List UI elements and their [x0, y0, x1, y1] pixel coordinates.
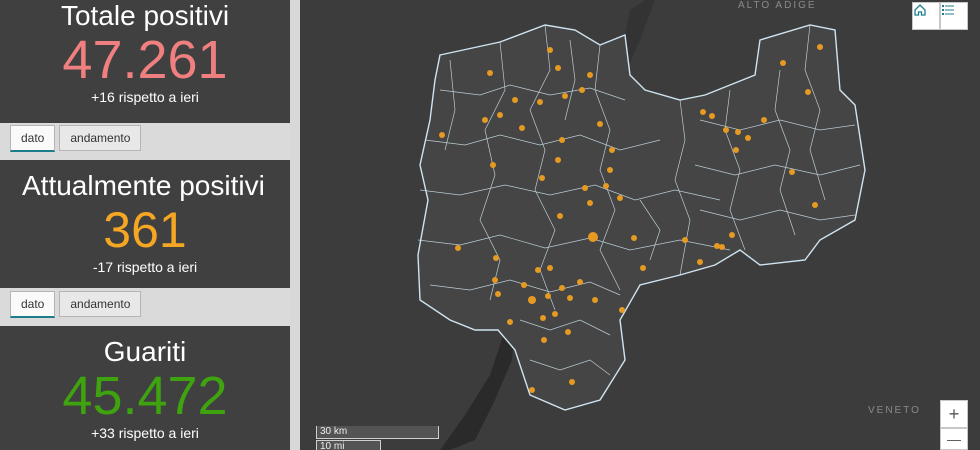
- map-marker: [495, 291, 501, 297]
- map-marker: [482, 117, 488, 123]
- map-marker: [729, 232, 735, 238]
- tab-dato[interactable]: dato: [10, 125, 56, 152]
- tab-andamento[interactable]: andamento: [59, 291, 142, 317]
- map-marker: [555, 65, 561, 71]
- map-marker: [745, 135, 751, 141]
- map-marker: [789, 169, 795, 175]
- map-marker: [735, 129, 741, 135]
- map-marker: [528, 296, 536, 304]
- card-delta: -17 rispetto a ieri: [92, 259, 198, 275]
- map-marker: [587, 72, 593, 78]
- map-marker: [559, 285, 565, 291]
- map-marker: [439, 132, 445, 138]
- card-attualmente-positivi: Attualmente positivi 361 -17 rispetto a …: [0, 160, 290, 288]
- map-marker: [507, 319, 513, 325]
- lake-garda: [440, 325, 515, 450]
- map-marker: [582, 185, 588, 191]
- map-marker: [780, 60, 786, 66]
- map-marker: [603, 183, 609, 189]
- map-marker: [579, 87, 585, 93]
- card-value: 47.261: [62, 30, 228, 90]
- map-marker: [547, 47, 553, 53]
- legend-button[interactable]: [940, 2, 968, 30]
- map-marker: [529, 387, 535, 393]
- card-title: Attualmente positivi: [22, 170, 265, 201]
- zoom-in-button[interactable]: +: [940, 400, 968, 428]
- map-marker: [709, 113, 715, 119]
- map-marker: [487, 70, 493, 76]
- map-marker: [552, 311, 558, 317]
- map-marker: [697, 259, 703, 265]
- home-button[interactable]: [912, 2, 940, 30]
- map-marker: [567, 295, 573, 301]
- map-canvas: [417, 0, 866, 450]
- map-marker: [493, 255, 499, 261]
- map-marker: [557, 213, 563, 219]
- map-marker: [565, 329, 571, 335]
- map-view[interactable]: ALTO ADIGE VENETO + — 30 km 10 mi: [300, 0, 980, 450]
- province-outline: [417, 24, 866, 411]
- scale-bar-km: 30 km: [316, 426, 439, 439]
- map-marker: [562, 93, 568, 99]
- map-marker: [607, 167, 613, 173]
- dashboard-panel: Totale positivi 47.261 +16 rispetto a ie…: [0, 0, 300, 450]
- tabs-totale-positivi: dato andamento: [10, 125, 142, 152]
- card-title: Totale positivi: [60, 0, 230, 31]
- map-marker: [719, 244, 725, 250]
- region-label-alto-adige: ALTO ADIGE: [738, 0, 817, 11]
- card-title: Guariti: [103, 336, 187, 367]
- map-marker: [519, 125, 525, 131]
- tabs-attualmente-positivi: dato andamento: [10, 291, 142, 318]
- map-marker: [541, 337, 547, 343]
- zoom-out-button[interactable]: —: [940, 428, 968, 450]
- region-label-veneto: VENETO: [868, 405, 921, 416]
- card-delta: +16 rispetto a ieri: [91, 89, 199, 105]
- tab-andamento[interactable]: andamento: [59, 125, 142, 151]
- tab-dato[interactable]: dato: [10, 291, 56, 318]
- map-marker: [545, 293, 551, 299]
- map-marker: [539, 175, 545, 181]
- card-guariti: Guariti 45.472 +33 rispetto a ieri: [0, 326, 290, 450]
- map-marker: [512, 97, 518, 103]
- map-marker: [805, 89, 811, 95]
- map-marker: [619, 307, 625, 313]
- map-marker: [497, 112, 503, 118]
- map-marker: [640, 265, 646, 271]
- map-marker: [609, 147, 615, 153]
- map-marker: [592, 297, 598, 303]
- map-marker: [521, 282, 527, 288]
- map-marker: [492, 277, 498, 283]
- map-marker: [631, 235, 637, 241]
- map-marker: [537, 99, 543, 105]
- map-marker: [540, 315, 546, 321]
- map-marker: [617, 195, 623, 201]
- map-marker: [588, 232, 598, 242]
- card-totale-positivi: Totale positivi 47.261 +16 rispetto a ie…: [0, 0, 290, 123]
- map-marker: [559, 137, 565, 143]
- map-marker: [455, 245, 461, 251]
- scale-bar-mi: 10 mi: [316, 440, 381, 450]
- map-marker: [682, 237, 688, 243]
- map-marker: [587, 200, 593, 206]
- map-marker: [577, 279, 583, 285]
- map-marker: [569, 379, 575, 385]
- card-delta: +33 rispetto a ieri: [91, 425, 199, 441]
- map-marker: [597, 121, 603, 127]
- map-marker: [547, 265, 553, 271]
- map-marker: [733, 147, 739, 153]
- panel-divider[interactable]: [290, 0, 300, 450]
- map-marker: [812, 202, 818, 208]
- map-marker: [761, 117, 767, 123]
- map-marker: [817, 44, 823, 50]
- card-value: 361: [103, 202, 187, 258]
- card-value: 45.472: [62, 366, 228, 426]
- map-marker: [555, 157, 561, 163]
- map-marker: [723, 127, 729, 133]
- map-marker: [700, 109, 706, 115]
- map-marker: [714, 243, 720, 249]
- map-marker: [535, 267, 541, 273]
- map-marker: [490, 162, 496, 168]
